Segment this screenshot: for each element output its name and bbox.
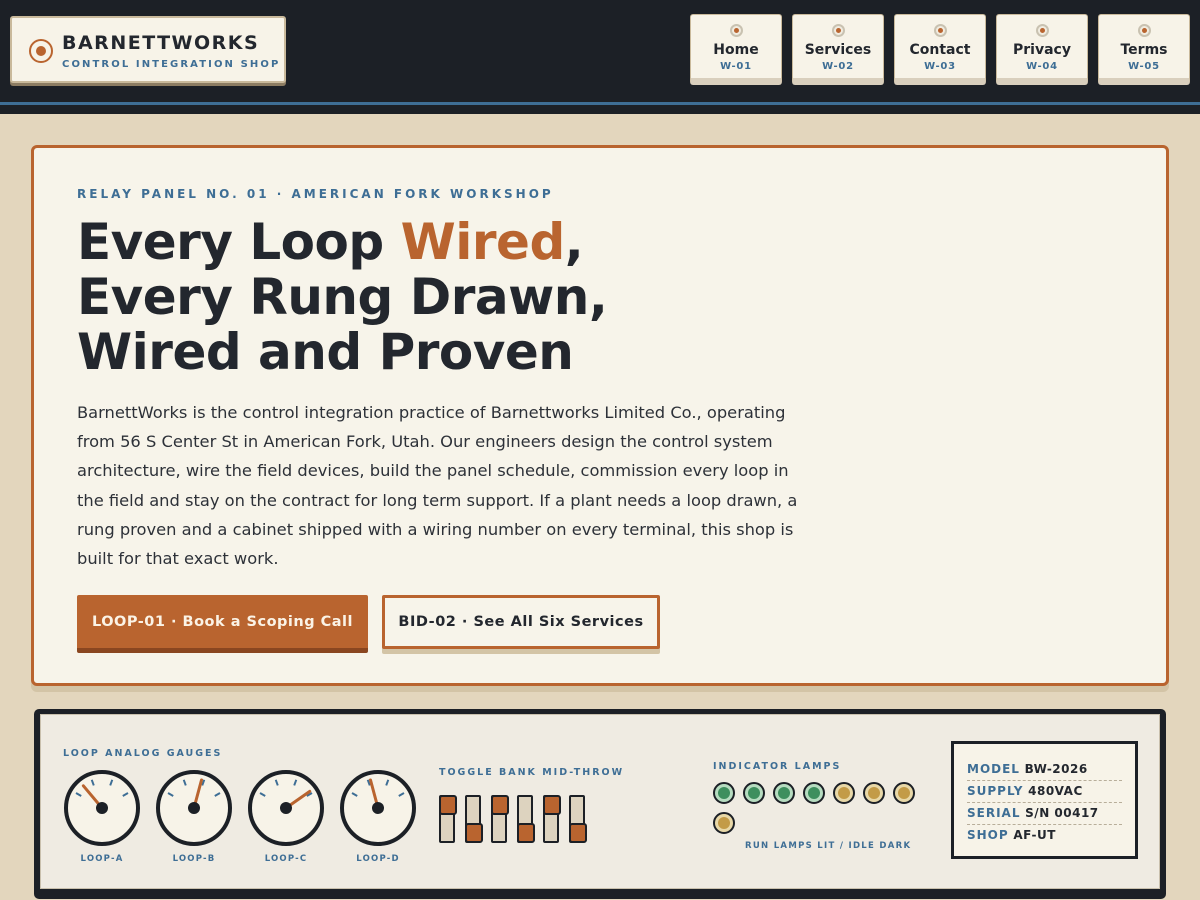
- idle-lamp-icon: [833, 782, 855, 804]
- lamps-label: INDICATOR LAMPS: [713, 761, 842, 772]
- gauge-label: LOOP-C: [264, 854, 308, 864]
- see-all-services-button[interactable]: BID-02 · See All Six Services: [382, 595, 660, 649]
- run-lamp-icon: [803, 782, 825, 804]
- nav-label: Terms: [1120, 42, 1168, 58]
- book-scoping-call-button[interactable]: LOOP-01 · Book a Scoping Call: [77, 595, 368, 653]
- hero-eyebrow: RELAY PANEL NO. 01 · AMERICAN FORK WORKS…: [77, 187, 554, 201]
- toggle-switch[interactable]: [517, 795, 535, 843]
- nav-services[interactable]: Services W-02: [792, 14, 884, 85]
- toggle-knob: [543, 795, 561, 815]
- plate-key: SHOP: [967, 828, 1009, 842]
- nav-label: Privacy: [1013, 42, 1071, 58]
- toggle-knob: [491, 795, 509, 815]
- brand-ring-icon: [29, 39, 53, 63]
- gauges-label: LOOP ANALOG GAUGES: [63, 748, 223, 759]
- nav-code: W-05: [1128, 61, 1160, 72]
- plate-key: SUPPLY: [967, 784, 1024, 798]
- hero-card: RELAY PANEL NO. 01 · AMERICAN FORK WORKS…: [31, 145, 1169, 686]
- idle-lamp-icon: [713, 812, 735, 834]
- plate-value: AF-UT: [1008, 828, 1056, 842]
- hero-headline: Every Loop Wired, Every Rung Drawn, Wire…: [77, 215, 737, 380]
- control-panel: LOOP ANALOG GAUGES LOOP-A LOOP-B LOOP-C LOO…: [34, 709, 1166, 899]
- toggle-knob: [569, 823, 587, 843]
- idle-lamp-icon: [863, 782, 885, 804]
- gauge-dial-icon: [64, 770, 140, 846]
- brand-name: BARNETTWORKS: [62, 32, 260, 54]
- plate-key: SERIAL: [967, 806, 1021, 820]
- nav-contact[interactable]: Contact W-03: [894, 14, 986, 85]
- nav-lamp-icon: [832, 24, 845, 37]
- gauge-dial-icon: [156, 770, 232, 846]
- nav-label: Contact: [909, 42, 971, 58]
- gauge-dial-icon: [248, 770, 324, 846]
- site-header: BARNETTWORKS CONTROL INTEGRATION SHOP Ho…: [0, 0, 1200, 114]
- run-lamp-icon: [773, 782, 795, 804]
- toggle-switch[interactable]: [439, 795, 457, 843]
- run-lamp-icon: [713, 782, 735, 804]
- gauge-label: LOOP-A: [80, 854, 124, 864]
- nav-code: W-04: [1026, 61, 1058, 72]
- gauge-loop-a: [63, 769, 141, 847]
- brand-subtitle: CONTROL INTEGRATION SHOP: [62, 59, 281, 70]
- plate-row: SERIAL S/N 00417: [967, 803, 1122, 825]
- nav-lamp-icon: [934, 24, 947, 37]
- plate-value: S/N 00417: [1020, 806, 1099, 820]
- toggle-switch[interactable]: [569, 795, 587, 843]
- toggle-knob: [439, 795, 457, 815]
- toggles-label: TOGGLE BANK MID-THROW: [439, 767, 625, 778]
- nav-code: W-02: [822, 61, 854, 72]
- nav-label: Home: [713, 42, 759, 58]
- nav-code: W-01: [720, 61, 752, 72]
- nav-lamp-icon: [1036, 24, 1049, 37]
- gauge-loop-d: [339, 769, 417, 847]
- run-lamp-icon: [743, 782, 765, 804]
- gauge-loop-c: [247, 769, 325, 847]
- lamps-caption: RUN LAMPS LIT / IDLE DARK: [745, 841, 912, 851]
- gauge-loop-b: [155, 769, 233, 847]
- nav-home[interactable]: Home W-01: [690, 14, 782, 85]
- idle-lamp-icon: [893, 782, 915, 804]
- plate-row: MODEL BW-2026: [967, 759, 1122, 781]
- plate-value: BW-2026: [1019, 762, 1088, 776]
- gauge-dial-icon: [340, 770, 416, 846]
- gauge-label: LOOP-D: [356, 854, 400, 864]
- nav-lamp-icon: [1138, 24, 1151, 37]
- gauge-label: LOOP-B: [172, 854, 216, 864]
- name-plate: MODEL BW-2026 SUPPLY 480VAC SERIAL S/N 004…: [951, 741, 1138, 859]
- nav-code: W-03: [924, 61, 956, 72]
- toggle-knob: [465, 823, 483, 843]
- brand-logo[interactable]: BARNETTWORKS CONTROL INTEGRATION SHOP: [10, 16, 286, 83]
- toggle-switch[interactable]: [465, 795, 483, 843]
- toggle-switch[interactable]: [491, 795, 509, 843]
- headline-accent: Wired: [400, 213, 566, 271]
- hero-lede: BarnettWorks is the control integration …: [77, 403, 798, 569]
- toggle-knob: [517, 823, 535, 843]
- plate-row: SHOP AF-UT: [967, 825, 1122, 847]
- plate-value: 480VAC: [1023, 784, 1083, 798]
- nav-lamp-icon: [730, 24, 743, 37]
- plate-key: MODEL: [967, 762, 1020, 776]
- headline-part: Every Loop: [77, 213, 401, 271]
- nav-terms[interactable]: Terms W-05: [1098, 14, 1190, 85]
- nav-privacy[interactable]: Privacy W-04: [996, 14, 1088, 85]
- panel-face: LOOP ANALOG GAUGES LOOP-A LOOP-B LOOP-C LOO…: [40, 714, 1160, 889]
- toggle-switch[interactable]: [543, 795, 561, 843]
- plate-row: SUPPLY 480VAC: [967, 781, 1122, 803]
- name-plate-face: MODEL BW-2026 SUPPLY 480VAC SERIAL S/N 004…: [954, 744, 1135, 856]
- header-stripe: [0, 102, 1200, 105]
- nav-label: Services: [804, 42, 872, 58]
